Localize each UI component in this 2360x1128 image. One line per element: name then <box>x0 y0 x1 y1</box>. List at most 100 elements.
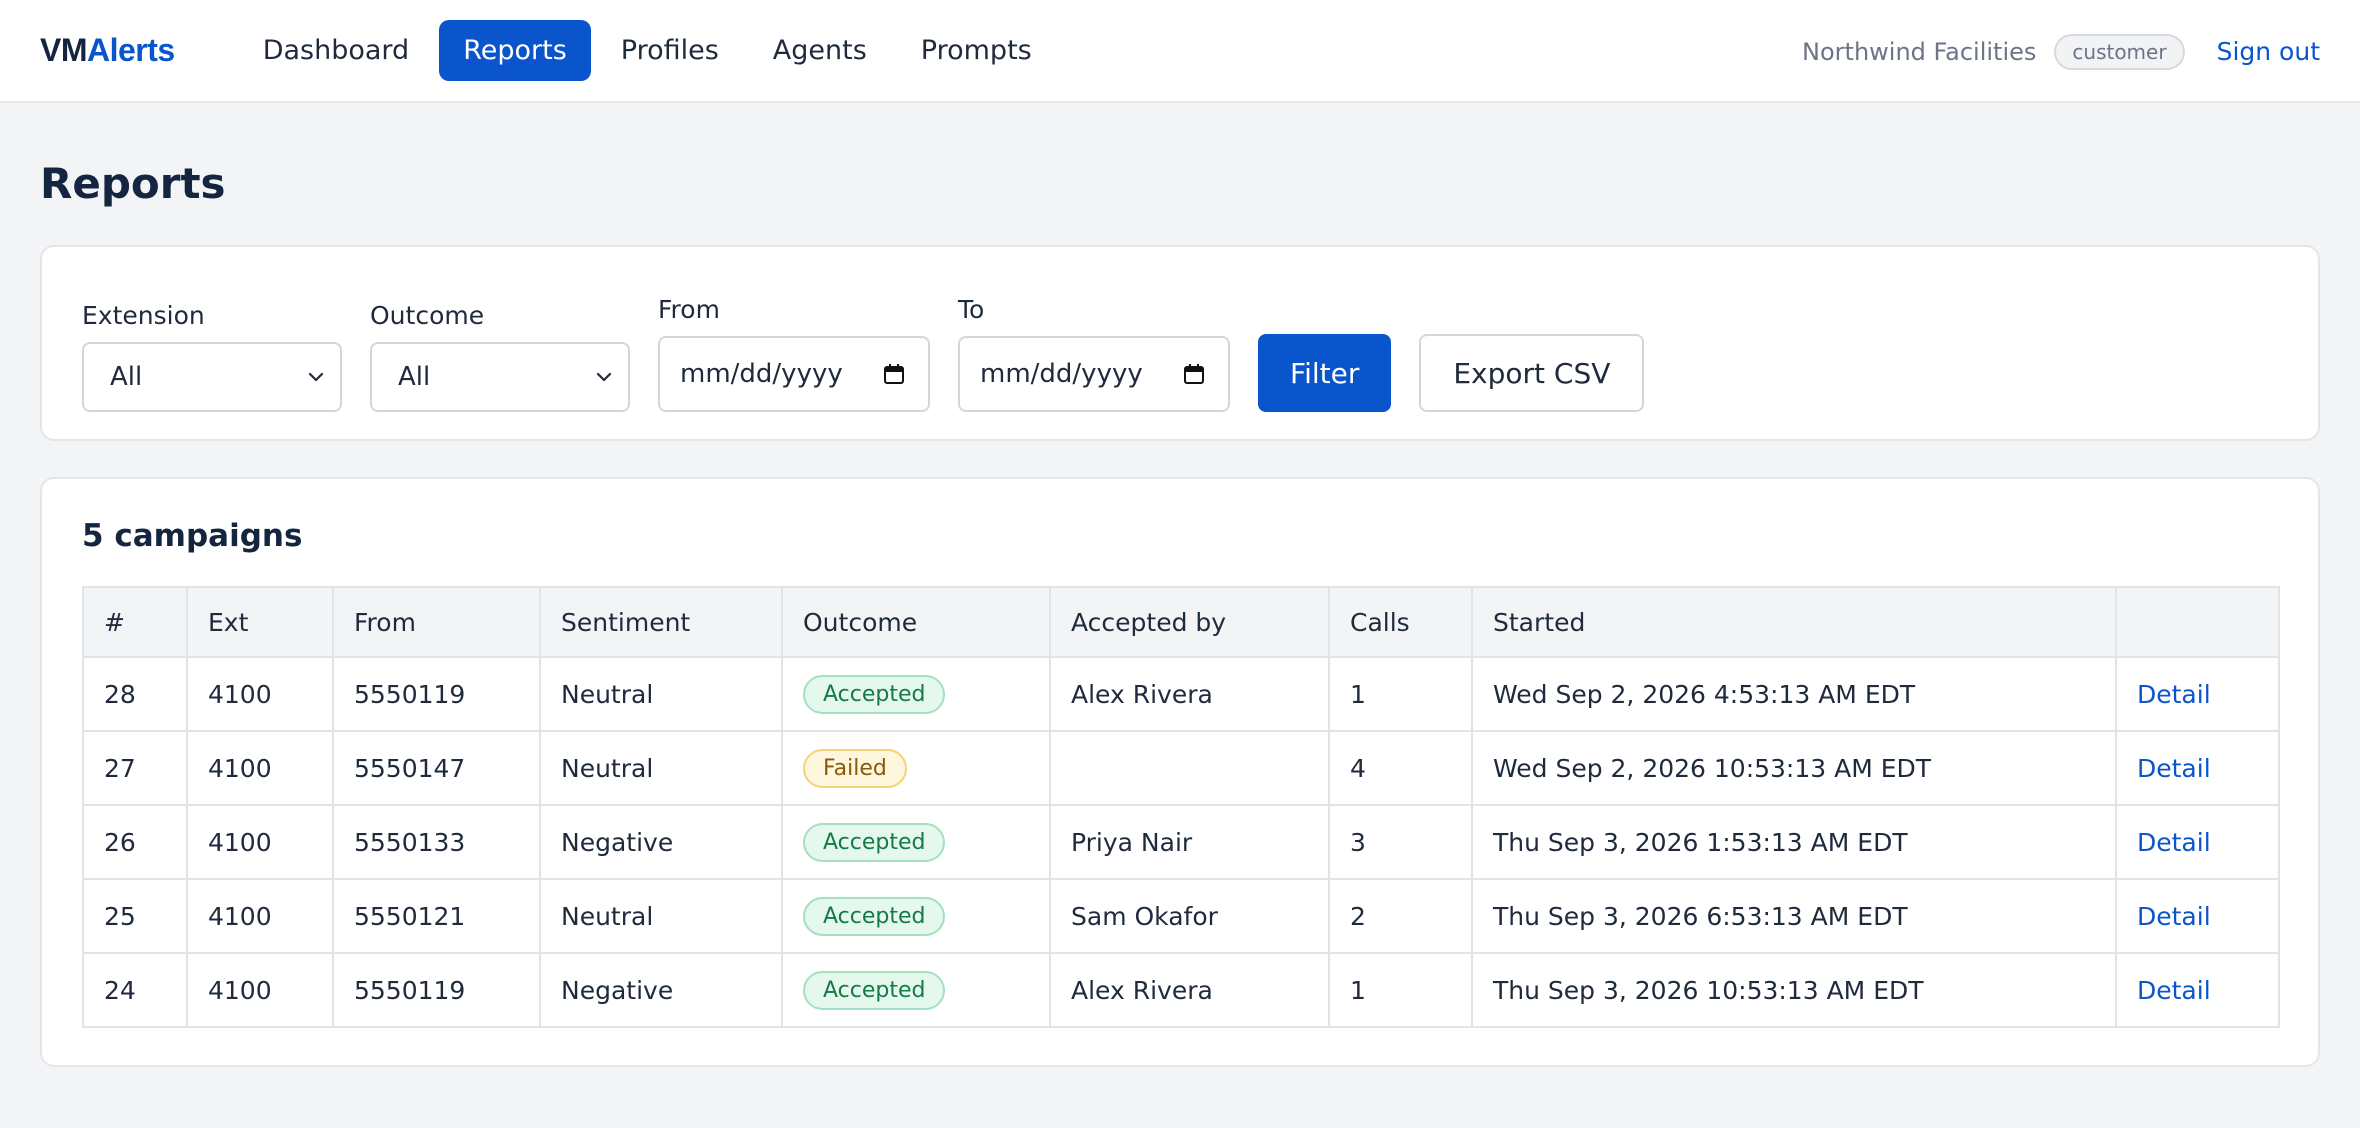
role-badge: customer <box>2054 33 2185 70</box>
cell-sentiment: Neutral <box>539 656 783 732</box>
detail-link[interactable]: Detail <box>2137 902 2211 931</box>
cell-accepted-by <box>1049 730 1330 806</box>
filter-button[interactable]: Filter <box>1258 334 1392 412</box>
cell-from: 5550119 <box>332 656 541 732</box>
brand-logo-part-1: VM <box>40 32 88 68</box>
outcome-filter: Outcome All <box>370 301 630 412</box>
campaigns-table: # Ext From Sentiment Outcome Accepted by… <box>82 586 2280 1028</box>
cell-ext: 4100 <box>186 952 334 1028</box>
cell-sentiment: Negative <box>539 804 783 880</box>
detail-link[interactable]: Detail <box>2137 680 2211 709</box>
cell-outcome: Accepted <box>781 804 1051 880</box>
nav-item-prompts[interactable]: Prompts <box>897 20 1056 81</box>
nav-item-agents[interactable]: Agents <box>749 20 891 81</box>
cell-id: 24 <box>82 952 188 1028</box>
brand-logo-part-2: Alerts <box>87 32 175 68</box>
outcome-badge: Failed <box>803 748 907 788</box>
results-count: 5 campaigns <box>82 518 303 554</box>
account-area: Northwind Facilities customer Sign out <box>1802 0 2320 103</box>
cell-outcome: Accepted <box>781 878 1051 954</box>
main-nav: Dashboard Reports Profiles Agents Prompt… <box>239 20 1056 81</box>
cell-action: Detail <box>2115 878 2280 954</box>
cell-action: Detail <box>2115 804 2280 880</box>
cell-calls: 1 <box>1328 952 1473 1028</box>
top-navigation-bar: VMAlerts Dashboard Reports Profiles Agen… <box>0 0 2360 103</box>
outcome-select[interactable]: All <box>370 342 630 412</box>
to-date-input[interactable]: mm/dd/yyyy <box>958 336 1230 412</box>
brand-logo[interactable]: VMAlerts <box>40 32 175 69</box>
cell-from: 5550147 <box>332 730 541 806</box>
nav-item-reports[interactable]: Reports <box>439 20 591 81</box>
nav-item-dashboard[interactable]: Dashboard <box>239 20 433 81</box>
outcome-badge: Accepted <box>803 822 946 862</box>
detail-link[interactable]: Detail <box>2137 828 2211 857</box>
cell-sentiment: Neutral <box>539 878 783 954</box>
detail-link[interactable]: Detail <box>2137 976 2211 1005</box>
cell-accepted-by: Alex Rivera <box>1049 952 1330 1028</box>
extension-label: Extension <box>82 301 205 330</box>
cell-from: 5550121 <box>332 878 541 954</box>
table-row: 28 4100 5550119 Neutral Accepted Alex Ri… <box>82 656 2280 732</box>
cell-accepted-by: Sam Okafor <box>1049 878 1330 954</box>
from-date-filter: From mm/dd/yyyy <box>658 295 930 412</box>
chevron-down-icon <box>594 367 614 387</box>
cell-calls: 1 <box>1328 656 1473 732</box>
calendar-icon[interactable] <box>1182 362 1206 386</box>
cell-started: Thu Sep 3, 2026 1:53:13 AM EDT <box>1471 804 2117 880</box>
column-header-started: Started <box>1471 586 2117 658</box>
table-header-row: # Ext From Sentiment Outcome Accepted by… <box>82 586 2280 658</box>
table-row: 26 4100 5550133 Negative Accepted Priya … <box>82 804 2280 880</box>
cell-ext: 4100 <box>186 656 334 732</box>
detail-link[interactable]: Detail <box>2137 754 2211 783</box>
to-date-placeholder: mm/dd/yyyy <box>980 359 1143 389</box>
cell-started: Thu Sep 3, 2026 6:53:13 AM EDT <box>1471 878 2117 954</box>
to-date-label: To <box>958 295 985 324</box>
cell-calls: 3 <box>1328 804 1473 880</box>
cell-from: 5550119 <box>332 952 541 1028</box>
extension-filter: Extension All <box>82 301 342 412</box>
cell-started: Thu Sep 3, 2026 10:53:13 AM EDT <box>1471 952 2117 1028</box>
cell-sentiment: Neutral <box>539 730 783 806</box>
cell-outcome: Failed <box>781 730 1051 806</box>
outcome-badge: Accepted <box>803 970 946 1010</box>
calendar-icon[interactable] <box>882 362 906 386</box>
cell-started: Wed Sep 2, 2026 10:53:13 AM EDT <box>1471 730 2117 806</box>
reports-page: Reports Extension All Outcome All From m… <box>0 163 2360 1067</box>
from-date-label: From <box>658 295 720 324</box>
to-date-filter: To mm/dd/yyyy <box>958 295 1230 412</box>
from-date-input[interactable]: mm/dd/yyyy <box>658 336 930 412</box>
cell-accepted-by: Priya Nair <box>1049 804 1330 880</box>
filter-panel: Extension All Outcome All From mm/dd/yyy… <box>40 245 2320 441</box>
cell-action: Detail <box>2115 730 2280 806</box>
export-csv-button[interactable]: Export CSV <box>1419 334 1645 412</box>
cell-id: 28 <box>82 656 188 732</box>
cell-sentiment: Negative <box>539 952 783 1028</box>
column-header-sentiment: Sentiment <box>539 586 783 658</box>
nav-item-profiles[interactable]: Profiles <box>597 20 743 81</box>
outcome-badge: Accepted <box>803 896 946 936</box>
cell-started: Wed Sep 2, 2026 4:53:13 AM EDT <box>1471 656 2117 732</box>
cell-ext: 4100 <box>186 804 334 880</box>
results-panel: 5 campaigns # Ext From Sentiment Outcome… <box>40 477 2320 1067</box>
extension-select-value: All <box>110 362 143 392</box>
cell-accepted-by: Alex Rivera <box>1049 656 1330 732</box>
organization-name: Northwind Facilities <box>1802 37 2037 66</box>
column-header-outcome: Outcome <box>781 586 1051 658</box>
extension-select[interactable]: All <box>82 342 342 412</box>
outcome-select-value: All <box>398 362 431 392</box>
cell-id: 27 <box>82 730 188 806</box>
sign-out-link[interactable]: Sign out <box>2217 37 2320 66</box>
from-date-placeholder: mm/dd/yyyy <box>680 359 843 389</box>
chevron-down-icon <box>306 367 326 387</box>
cell-from: 5550133 <box>332 804 541 880</box>
outcome-label: Outcome <box>370 301 485 330</box>
cell-id: 25 <box>82 878 188 954</box>
column-header-accepted-by: Accepted by <box>1049 586 1330 658</box>
cell-id: 26 <box>82 804 188 880</box>
table-row: 24 4100 5550119 Negative Accepted Alex R… <box>82 952 2280 1028</box>
table-row: 27 4100 5550147 Neutral Failed 4 Wed Sep… <box>82 730 2280 806</box>
cell-ext: 4100 <box>186 730 334 806</box>
column-header-id: # <box>82 586 188 658</box>
table-row: 25 4100 5550121 Neutral Accepted Sam Oka… <box>82 878 2280 954</box>
column-header-actions <box>2115 586 2280 658</box>
